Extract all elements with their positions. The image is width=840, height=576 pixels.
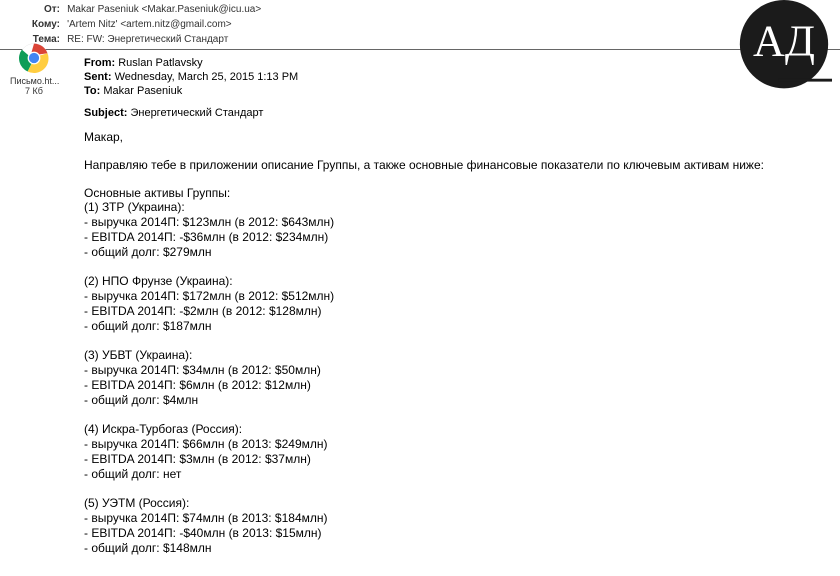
outer-from-value: Makar Paseniuk <Makar.Paseniuk@icu.ua> — [67, 4, 261, 15]
outer-subject-row: Тема: RE: FW: Энергетический Стандарт — [18, 32, 840, 47]
asset-revenue: - выручка 2014П: $74млн (в 2013: $184млн… — [84, 511, 832, 526]
intro-paragraph: Направляю тебе в приложении описание Гру… — [84, 158, 832, 172]
svg-text:АД: АД — [753, 17, 815, 66]
outer-to-label: Кому: — [18, 18, 64, 32]
asset-head: (3) УБВТ (Украина): — [84, 348, 832, 363]
asset-head: (2) НПО Фрунзе (Украина): — [84, 274, 832, 289]
asset-debt: - общий долг: $187млн — [84, 319, 832, 334]
inner-to-label: To: — [84, 85, 100, 97]
asset-debt: - общий долг: нет — [84, 467, 832, 482]
attachment-size: 7 Кб — [10, 86, 58, 96]
inner-from-label: From: — [84, 57, 115, 69]
outer-to-value: 'Artem Nitz' <artem.nitz@gmail.com> — [67, 19, 232, 30]
asset-block: (1) ЗТР (Украина): - выручка 2014П: $123… — [84, 200, 832, 260]
asset-head: (1) ЗТР (Украина): — [84, 200, 832, 215]
assets-title: Основные активы Группы: — [84, 186, 832, 200]
asset-revenue: - выручка 2014П: $172млн (в 2012: $512мл… — [84, 289, 832, 304]
inner-subject-value: Энергетический Стандарт — [130, 107, 263, 119]
outer-email-header: От: Makar Paseniuk <Makar.Paseniuk@icu.u… — [0, 0, 840, 50]
inner-subject-row: Subject: Энергетический Стандарт — [84, 106, 832, 120]
inner-email-header: From: Ruslan Patlavsky Sent: Wednesday, … — [84, 56, 832, 120]
asset-debt: - общий долг: $4млн — [84, 393, 832, 408]
watermark-logo: АД — [736, 0, 832, 96]
inner-sent-value: Wednesday, March 25, 2015 1:13 PM — [115, 71, 299, 83]
inner-sent-label: Sent: — [84, 71, 112, 83]
asset-debt: - общий долг: $148млн — [84, 541, 832, 556]
asset-ebitda: - EBITDA 2014П: $6млн (в 2012: $12млн) — [84, 378, 832, 393]
asset-head: (4) Искра-Турбогаз (Россия): — [84, 422, 832, 437]
asset-ebitda: - EBITDA 2014П: -$36млн (в 2012: $234млн… — [84, 230, 832, 245]
inner-from-value: Ruslan Patlavsky — [118, 57, 202, 69]
asset-ebitda: - EBITDA 2014П: -$40млн (в 2013: $15млн) — [84, 526, 832, 541]
inner-sent-row: Sent: Wednesday, March 25, 2015 1:13 PM — [84, 70, 832, 84]
asset-ebitda: - EBITDA 2014П: $3млн (в 2012: $37млн) — [84, 452, 832, 467]
asset-revenue: - выручка 2014П: $66млн (в 2013: $249млн… — [84, 437, 832, 452]
greeting: Макар, — [84, 130, 832, 144]
asset-head: (5) УЭТМ (Россия): — [84, 496, 832, 511]
asset-debt: - общий долг: $279млн — [84, 245, 832, 260]
outer-subject-value: RE: FW: Энергетический Стандарт — [67, 34, 228, 45]
email-content: From: Ruslan Patlavsky Sent: Wednesday, … — [76, 50, 840, 576]
outer-from-row: От: Makar Paseniuk <Makar.Paseniuk@icu.u… — [18, 2, 840, 17]
asset-block: (5) УЭТМ (Россия): - выручка 2014П: $74м… — [84, 496, 832, 556]
inner-from-row: From: Ruslan Patlavsky — [84, 56, 832, 70]
asset-revenue: - выручка 2014П: $123млн (в 2012: $643мл… — [84, 215, 832, 230]
outer-from-label: От: — [18, 3, 64, 17]
asset-block: (3) УБВТ (Украина): - выручка 2014П: $34… — [84, 348, 832, 408]
asset-block: (4) Искра-Турбогаз (Россия): - выручка 2… — [84, 422, 832, 482]
inner-to-row: To: Makar Paseniuk — [84, 84, 832, 98]
asset-block: (2) НПО Фрунзе (Украина): - выручка 2014… — [84, 274, 832, 334]
asset-ebitda: - EBITDA 2014П: -$2млн (в 2012: $128млн) — [84, 304, 832, 319]
attachment-filename: Письмо.ht... — [10, 76, 58, 86]
asset-revenue: - выручка 2014П: $34млн (в 2012: $50млн) — [84, 363, 832, 378]
inner-to-value: Makar Paseniuk — [103, 85, 182, 97]
inner-subject-label: Subject: — [84, 107, 127, 119]
outer-to-row: Кому: 'Artem Nitz' <artem.nitz@gmail.com… — [18, 17, 840, 32]
chrome-icon — [18, 42, 50, 74]
attachment-panel[interactable]: Письмо.ht... 7 Кб — [10, 42, 58, 96]
